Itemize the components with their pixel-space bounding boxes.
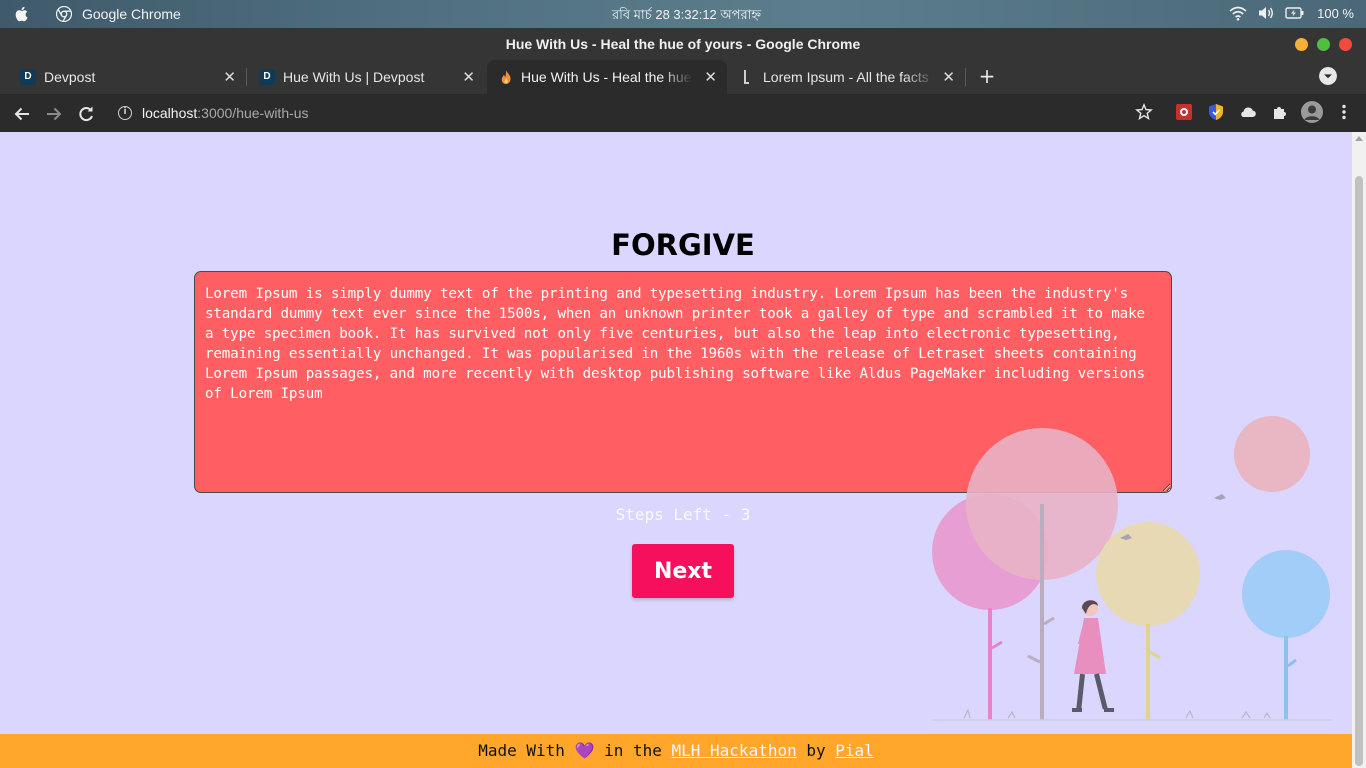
tab-close-icon[interactable]: ✕ [462, 68, 475, 86]
tab-label: Lorem Ipsum - All the facts - Lipsum gen… [763, 69, 935, 85]
next-button[interactable]: Next [632, 544, 734, 598]
back-arrow-icon[interactable] [12, 104, 32, 124]
tab-devpost[interactable]: D Devpost ✕ [10, 60, 247, 94]
wifi-icon[interactable] [1229, 5, 1247, 21]
url-text[interactable]: localhost:3000/hue-with-us [142, 105, 309, 121]
tab-lorem-ipsum[interactable]: Lorem Ipsum - All the facts - Lipsum gen… [729, 60, 966, 94]
active-app-name[interactable]: Google Chrome [82, 6, 181, 22]
footer-prefix: Made With [478, 741, 575, 760]
extension-red-icon[interactable] [1175, 103, 1193, 121]
tab-separator [246, 68, 247, 86]
browser-toolbar: i localhost:3000/hue-with-us [0, 94, 1366, 132]
tree-blue [1242, 550, 1330, 720]
battery-icon[interactable] [1285, 6, 1305, 20]
tree-rose [1234, 416, 1310, 492]
scroll-up-arrow-icon[interactable] [1355, 136, 1363, 141]
window-title-bar[interactable]: Hue With Us - Heal the hue of yours - Go… [0, 28, 1366, 60]
chrome-logo-icon[interactable] [56, 6, 72, 22]
devpost-favicon-icon: D [259, 69, 275, 85]
extensions-puzzle-icon[interactable] [1271, 103, 1289, 121]
author-link[interactable]: Pial [835, 741, 874, 760]
maximize-window-button[interactable] [1317, 38, 1330, 51]
reload-icon[interactable] [76, 104, 96, 124]
flame-favicon-icon [501, 70, 511, 84]
url-host: localhost [142, 105, 198, 121]
profile-avatar[interactable] [1301, 101, 1323, 123]
battery-percentage[interactable]: 100 % [1317, 6, 1354, 21]
new-tab-button[interactable]: + [977, 66, 997, 86]
park-illustration [932, 416, 1332, 721]
close-window-button[interactable] [1339, 38, 1352, 51]
devpost-favicon-icon: D [20, 69, 36, 85]
mlh-hackathon-link[interactable]: MLH Hackathon [672, 741, 797, 760]
apple-logo-icon[interactable] [12, 4, 32, 24]
volume-icon[interactable] [1257, 5, 1275, 21]
tab-separator [965, 68, 966, 86]
tab-hue-with-us-active[interactable]: Hue With Us - Heal the hue of yours ✕ [487, 60, 727, 94]
kebab-menu-icon[interactable] [1336, 103, 1352, 121]
url-path: :3000/hue-with-us [197, 105, 309, 121]
system-tray[interactable]: 100 % [1229, 5, 1354, 21]
footer-middle: in the [594, 741, 672, 760]
page-viewport: FORGIVE Lorem Ipsum is simply dummy text… [0, 132, 1352, 768]
tab-search-icon[interactable] [1319, 67, 1337, 85]
tab-label: Hue With Us | Devpost [283, 69, 425, 85]
os-top-bar: Google Chrome রবি মার্চ 28 3:32:12 অপরাহ… [0, 0, 1366, 28]
page-title: FORGIVE [611, 228, 755, 262]
tab-strip: D Devpost ✕ D Hue With Us | Devpost ✕ Hu… [0, 60, 1366, 94]
address-bar[interactable]: i localhost:3000/hue-with-us [108, 97, 1168, 129]
lipsum-favicon-icon [744, 70, 749, 84]
scrollbar-thumb[interactable] [1355, 176, 1363, 766]
window-title: Hue With Us - Heal the hue of yours - Go… [505, 36, 861, 52]
tab-close-icon[interactable]: ✕ [223, 68, 236, 86]
tab-hue-with-us-devpost[interactable]: D Hue With Us | Devpost ✕ [249, 60, 485, 94]
extension-cloud-icon[interactable] [1239, 103, 1257, 121]
bookmark-star-icon[interactable] [1135, 103, 1153, 121]
tab-label: Devpost [44, 69, 96, 85]
tab-label: Hue With Us - Heal the hue of yours [521, 69, 693, 85]
tab-close-icon[interactable]: ✕ [942, 68, 955, 86]
footer-by: by [796, 741, 836, 760]
page-scrollbar[interactable] [1352, 132, 1366, 768]
tab-close-icon[interactable]: ✕ [704, 68, 717, 86]
heart-icon: 💜 [574, 741, 595, 760]
extension-shield-icon[interactable] [1207, 103, 1225, 121]
forward-arrow-icon[interactable] [44, 104, 64, 124]
tree-yellow [1096, 522, 1200, 720]
walking-person [1072, 600, 1114, 712]
page-footer: Made With 💜 in the MLH Hackathon by Pial [0, 734, 1352, 768]
site-info-icon[interactable]: i [118, 106, 132, 120]
minimize-window-button[interactable] [1295, 38, 1308, 51]
system-clock[interactable]: রবি মার্চ 28 3:32:12 অপরাহ্ন [612, 6, 761, 27]
